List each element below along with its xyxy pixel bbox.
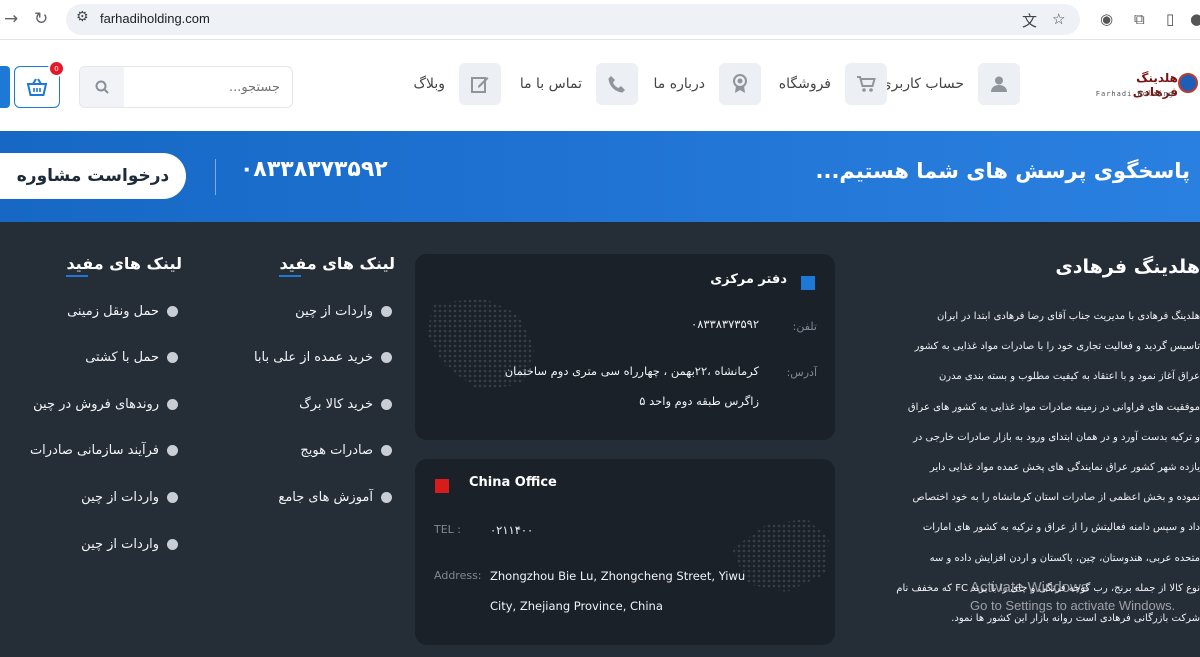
office-title: دفتر مرکزی: [710, 272, 787, 287]
footer-link[interactable]: واردات از چین: [81, 490, 178, 505]
useful-links-title: لینک های مفید: [279, 254, 395, 277]
site-info-icon[interactable]: ⚙: [76, 9, 89, 25]
side-menu-button[interactable]: [0, 66, 10, 108]
search-button[interactable]: [80, 67, 124, 107]
camera-icon[interactable]: ◉: [1100, 10, 1113, 28]
about-line: عراق آغاز نمود و با اعتقاد به کیفیت مطلو…: [938, 371, 1200, 383]
china-office-card: China Office TEL : ۰۲۱۱۴۰۰ Address: Zhon…: [415, 459, 835, 645]
address-line: City, Zhejiang Province, China: [490, 599, 663, 613]
address-line: کرمانشاه ،۲۲بهمن ، چهارراه سی متری دوم س…: [504, 364, 759, 378]
bullet-icon: [167, 492, 178, 503]
footer-link[interactable]: آموزش های جامع: [278, 490, 392, 505]
menu-label: فروشگاه: [778, 76, 831, 92]
address-line: Zhongzhou Bie Lu, Zhongcheng Street, Yiw…: [490, 569, 746, 583]
bookmark-star-icon[interactable]: ☆: [1052, 10, 1065, 28]
award-icon: [719, 63, 761, 105]
footer-link[interactable]: خرید عمده از علی بابا: [254, 350, 392, 365]
bullet-icon: [381, 445, 392, 456]
windows-activation-watermark: Activate Windows Go to Settings to activ…: [970, 579, 1175, 613]
about-title: هلدینگ فرهادی: [1055, 256, 1200, 278]
bullet-icon: [167, 399, 178, 410]
watermark-line: Activate Windows: [970, 579, 1089, 596]
basket-icon: [26, 78, 48, 96]
footer-link[interactable]: حمل با کشتی: [85, 350, 178, 365]
contact-banner: پاسخگوی پرسش های شما هستیم... ۰۸۳۳۸۳۷۳۵۹…: [0, 131, 1200, 222]
tel-label: TEL :: [434, 523, 462, 536]
forward-icon[interactable]: →: [4, 9, 18, 29]
site-logo[interactable]: هلدینگ فرهادی Farhadi Holding: [1094, 69, 1200, 105]
bullet-icon: [167, 445, 178, 456]
about-line: موفقیت های فراوانی در زمینه صادرات مواد …: [907, 401, 1200, 413]
banner-phone[interactable]: ۰۸۳۳۸۳۷۳۵۹۲: [240, 157, 388, 182]
footer-link[interactable]: خرید کالا برگ: [299, 397, 392, 412]
about-line: هلدینگ فرهادی با مدیریت جناب آقای رضا فر…: [936, 311, 1200, 322]
menu-contact[interactable]: تماس با ما: [520, 63, 638, 105]
menu-about[interactable]: درباره ما: [654, 63, 761, 105]
tel-value[interactable]: ۰۲۱۱۴۰۰: [490, 523, 533, 537]
footer-link[interactable]: حمل ونقل زمینی: [67, 304, 178, 319]
footer-link[interactable]: صادرات هویج: [300, 443, 392, 458]
watermark-line: Go to Settings to activate Windows.: [970, 598, 1176, 613]
banner-question: پاسخگوی پرسش های شما هستیم...: [815, 159, 1191, 183]
logo-globe-icon: [1178, 73, 1198, 93]
about-line: داد و سپس دامنه فعالیتش را از عراق و ترک…: [922, 522, 1200, 534]
bullet-icon: [381, 492, 392, 503]
office-marker-icon: [801, 276, 815, 290]
user-icon: [978, 63, 1020, 105]
cart-count-badge: 0: [48, 60, 65, 77]
search-box: [79, 66, 293, 108]
about-line: متحده عربی، هندوستان، چین، پاکستان و ارد…: [929, 552, 1200, 564]
search-icon: [95, 80, 109, 94]
profile-icon[interactable]: ●: [1190, 10, 1200, 28]
address-bar[interactable]: ⚙ farhadiholding.com 文 ☆: [66, 4, 1080, 35]
cart-icon: [845, 63, 887, 105]
phone-value[interactable]: ۰۸۳۳۸۳۷۳۵۹۲: [691, 317, 759, 331]
about-line: یازده شهر کشور عراق نمایندگی های پخش عمد…: [929, 462, 1200, 474]
head-office-card: دفتر مرکزی تلفن: ۰۸۳۳۸۳۷۳۵۹۲ آدرس: کرمان…: [415, 254, 835, 440]
banner-divider: [215, 159, 216, 195]
bullet-icon: [167, 306, 178, 317]
menu-label: وبلاگ: [413, 76, 445, 92]
edit-icon: [459, 63, 501, 105]
about-line: تاسیس گردید و فعالیت تجاری خود را با صاد…: [914, 341, 1200, 353]
footer-link[interactable]: فرآیند سازمانی صادرات: [30, 443, 178, 458]
office-marker-icon: [435, 479, 449, 493]
menu-blog[interactable]: وبلاگ: [413, 63, 501, 105]
phone-icon: [596, 63, 638, 105]
extensions-icon[interactable]: ⧉: [1134, 10, 1145, 28]
logo-subtitle: Farhadi Holding: [1095, 90, 1174, 98]
footer-link[interactable]: روندهای فروش در چین: [33, 397, 178, 412]
site-header: هلدینگ فرهادی Farhadi Holding حساب کاربر…: [0, 41, 1200, 131]
address-label: Address:: [434, 569, 482, 582]
bullet-icon: [167, 539, 178, 550]
reload-icon[interactable]: ↻: [34, 9, 48, 29]
search-input[interactable]: [124, 67, 290, 107]
phone-label: تلفن:: [792, 320, 817, 333]
footer-link[interactable]: واردات از چین: [295, 304, 392, 319]
address-line: زاگرس طبقه دوم واحد ۵: [639, 394, 759, 408]
menu-label: درباره ما: [653, 76, 705, 92]
sidepanel-icon[interactable]: ▯: [1166, 10, 1174, 28]
url-text: farhadiholding.com: [100, 11, 210, 26]
bullet-icon: [381, 352, 392, 363]
consult-request-button[interactable]: درخواست مشاوره: [0, 153, 186, 199]
useful-links-title: لینک های مفید: [66, 254, 182, 277]
office-title: China Office: [469, 475, 557, 490]
iran-map-dots: [427, 298, 535, 390]
about-line: و ترکیه بدست آورد و در همان ابتدای ورود …: [913, 431, 1200, 443]
bullet-icon: [381, 306, 392, 317]
translate-icon[interactable]: 文: [1022, 10, 1037, 31]
address-label: آدرس:: [786, 366, 817, 379]
menu-shop[interactable]: فروشگاه: [779, 63, 887, 105]
bullet-icon: [167, 352, 178, 363]
menu-label: تماس با ما: [519, 76, 582, 92]
bullet-icon: [381, 399, 392, 410]
footer-link[interactable]: واردات از چین: [81, 537, 178, 552]
about-line: نموده و بخش اعظمی از صادرات استان کرمانش…: [912, 492, 1200, 504]
browser-toolbar: → ↻ ⚙ farhadiholding.com 文 ☆ ◉ ⧉ ▯ ●: [0, 0, 1200, 40]
